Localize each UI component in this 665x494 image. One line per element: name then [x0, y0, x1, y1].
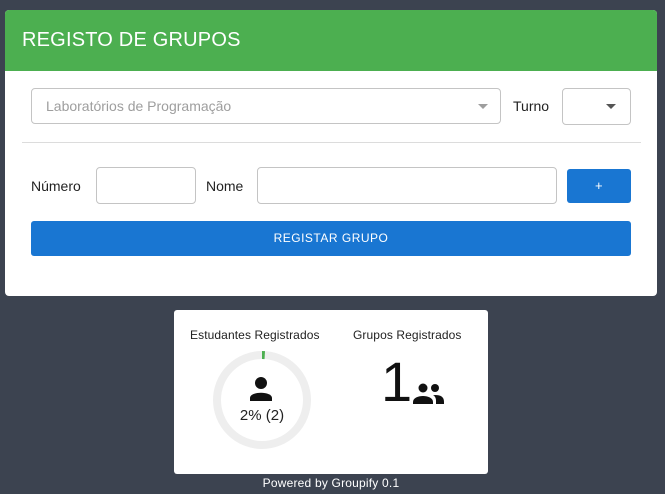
stats-card: Estudantes Registrados 2% (2) Grupos Reg… — [174, 310, 488, 474]
nome-input[interactable] — [257, 167, 557, 204]
card-header: REGISTO DE GRUPOS — [5, 10, 657, 71]
groups-registered-title: Grupos Registrados — [353, 328, 462, 342]
person-icon — [250, 377, 272, 401]
add-member-button[interactable]: + — [567, 169, 631, 203]
footer-text: Powered by Groupify 0.1 — [262, 476, 400, 490]
register-group-button[interactable]: REGISTAR GRUPO — [31, 221, 631, 256]
turno-label: Turno — [513, 98, 550, 114]
chevron-down-icon — [478, 104, 488, 109]
divider — [22, 142, 641, 143]
groups-count: 1 — [381, 350, 413, 413]
footer: Powered by Groupify 0.1 — [0, 476, 662, 490]
register-group-label: REGISTAR GRUPO — [273, 231, 389, 245]
numero-label: Número — [31, 178, 81, 194]
group-icon — [413, 383, 444, 404]
students-percent-text: 2% (2) — [239, 407, 285, 424]
nome-label: Nome — [206, 178, 244, 194]
course-select-value: Laboratórios de Programação — [46, 98, 232, 114]
students-registered-title: Estudantes Registrados — [190, 328, 320, 342]
chevron-down-icon — [606, 104, 616, 109]
course-select[interactable]: Laboratórios de Programação — [31, 88, 501, 124]
students-progress-ring — [213, 351, 311, 449]
numero-input[interactable] — [96, 167, 196, 204]
page-title: REGISTO DE GRUPOS — [22, 29, 241, 51]
add-member-label: + — [594, 178, 604, 193]
turno-select[interactable] — [562, 88, 631, 125]
group-registration-card: REGISTO DE GRUPOS Laboratórios de Progra… — [5, 10, 657, 296]
